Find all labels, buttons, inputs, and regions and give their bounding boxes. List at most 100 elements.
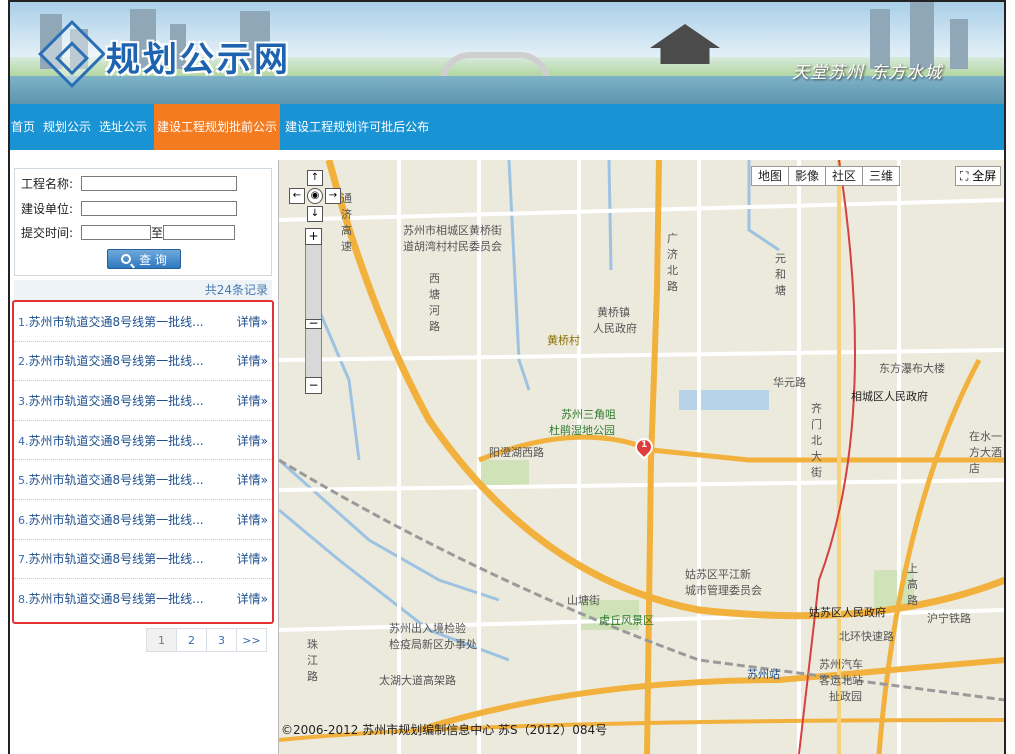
list-item[interactable]: 1.苏州市轨道交通8号线第一批线... 详情» <box>14 302 272 342</box>
record-count: 共24条记录 <box>14 280 272 300</box>
form-row: 提交时间: 至 <box>21 224 236 241</box>
pan-down-icon[interactable]: ↓ <box>307 206 323 222</box>
list-item-title[interactable]: 5.苏州市轨道交通8号线第一批线... <box>18 471 204 488</box>
map-type-map[interactable]: 地图 <box>751 166 790 186</box>
page-frame: 规划公示网 天堂苏州 东方水城 首页 规划公示 选址公示 建设工程规划批前公示 … <box>8 0 1006 754</box>
list-item-title[interactable]: 6.苏州市轨道交通8号线第一批线... <box>18 511 204 528</box>
search-icon <box>121 254 132 264</box>
detail-link[interactable]: 详情» <box>237 352 268 369</box>
list-item[interactable]: 2.苏州市轨道交通8号线第一批线... 详情» <box>14 342 272 382</box>
list-item-title[interactable]: 1.苏州市轨道交通8号线第一批线... <box>18 313 204 330</box>
map-label: 虎丘风景区 <box>599 614 654 627</box>
list-item[interactable]: 3.苏州市轨道交通8号线第一批线... 详情» <box>14 381 272 421</box>
pan-control: ↑ ← ◉ → ↓ <box>289 170 341 222</box>
detail-link[interactable]: 详情» <box>237 432 268 449</box>
detail-link[interactable]: 详情» <box>237 590 268 607</box>
pan-left-icon[interactable]: ← <box>289 188 305 204</box>
map-type-imagery[interactable]: 影像 <box>788 166 827 186</box>
page-button-current[interactable]: 1 <box>146 628 177 652</box>
list-item[interactable]: 5.苏州市轨道交通8号线第一批线... 详情» <box>14 460 272 500</box>
detail-link[interactable]: 详情» <box>237 511 268 528</box>
map-copyright: ©2006-2012 苏州市规划编制信息中心 苏S（2012）084号 <box>281 723 608 737</box>
map-label: 扯政园 <box>829 690 862 703</box>
map-label: 姑苏区平江新 <box>685 568 751 581</box>
results-list: 1.苏州市轨道交通8号线第一批线... 详情» 2.苏州市轨道交通8号线第一批线… <box>12 300 274 624</box>
nav-item-post-approval[interactable]: 建设工程规划许可批后公布 <box>284 104 430 150</box>
map-label: 黄桥镇 <box>597 306 630 319</box>
zoom-out-button[interactable]: − <box>305 377 322 394</box>
detail-link[interactable]: 详情» <box>237 471 268 488</box>
page-button[interactable]: 2 <box>176 628 207 652</box>
map-label: 苏州站 <box>747 668 780 681</box>
builder-label: 建设单位: <box>21 202 74 216</box>
map-label: 齐门北大街 <box>811 402 822 479</box>
map-view[interactable]: 苏州市相城区黄桥街 道胡湾村村民委员会 黄桥镇 人民政府 黄桥村 苏州三角咀 杜… <box>278 160 1004 754</box>
zoom-slider[interactable] <box>305 228 322 394</box>
map-label: 沪宁铁路 <box>927 612 971 625</box>
nav-item-site-selection[interactable]: 选址公示 <box>98 104 148 150</box>
date-from-input[interactable] <box>81 225 151 240</box>
marker-number: 1 <box>641 440 648 450</box>
map-label: 太湖大道高架路 <box>379 674 456 687</box>
search-form: 工程名称: 建设单位: 提交时间: 至 查 询 <box>14 168 272 276</box>
detail-link[interactable]: 详情» <box>237 392 268 409</box>
project-name-label: 工程名称: <box>21 177 74 191</box>
pan-right-icon[interactable]: → <box>325 188 341 204</box>
nav-item-home[interactable]: 首页 <box>10 104 36 150</box>
list-item-title[interactable]: 8.苏州市轨道交通8号线第一批线... <box>18 590 204 607</box>
query-button[interactable]: 查 询 <box>107 249 181 269</box>
form-row: 工程名称: <box>21 175 237 192</box>
list-item-title[interactable]: 3.苏州市轨道交通8号线第一批线... <box>18 392 204 409</box>
list-item[interactable]: 8.苏州市轨道交通8号线第一批线... 详情» <box>14 579 272 619</box>
map-label: 黄桥村 <box>547 334 580 347</box>
date-to-input[interactable] <box>163 225 236 240</box>
header-banner: 规划公示网 天堂苏州 东方水城 <box>10 0 1004 104</box>
map-label: 人民政府 <box>593 322 637 335</box>
map-label: 东方瀑布大楼 <box>879 362 945 375</box>
zoom-handle[interactable]: − <box>305 317 322 329</box>
pagination: 1 2 3 >> <box>146 628 267 652</box>
map-type-switcher: 地图 影像 社区 三维 <box>751 166 901 186</box>
next-page-button[interactable]: >> <box>236 628 267 652</box>
globe-icon[interactable]: ◉ <box>307 188 323 204</box>
map-label: 广济北路 <box>667 232 678 293</box>
map-label: 北环快速路 <box>839 630 894 643</box>
submit-time-label: 提交时间: <box>21 226 74 240</box>
fullscreen-label: 全屏 <box>972 169 997 183</box>
page-button[interactable]: 3 <box>206 628 237 652</box>
list-item-title[interactable]: 2.苏州市轨道交通8号线第一批线... <box>18 352 204 369</box>
map-label: 西塘河路 <box>429 272 440 333</box>
list-item-title[interactable]: 4.苏州市轨道交通8号线第一批线... <box>18 432 204 449</box>
list-item[interactable]: 6.苏州市轨道交通8号线第一批线... 详情» <box>14 500 272 540</box>
form-row: 建设单位: <box>21 200 237 217</box>
map-label: 姑苏区人民政府 <box>809 606 886 619</box>
list-item-title[interactable]: 7.苏州市轨道交通8号线第一批线... <box>18 550 204 567</box>
map-label: 华元路 <box>773 376 806 389</box>
pan-up-icon[interactable]: ↑ <box>307 170 323 186</box>
detail-link[interactable]: 详情» <box>237 313 268 330</box>
map-type-3d[interactable]: 三维 <box>862 166 901 186</box>
site-logo[interactable]: 规划公示网 <box>106 32 291 81</box>
map-label: 通济高速 <box>341 192 352 253</box>
main-nav: 首页 规划公示 选址公示 建设工程规划批前公示 建设工程规划许可批后公布 <box>10 104 1004 150</box>
left-panel: 工程名称: 建设单位: 提交时间: 至 查 询 共24条记录 1.苏州市轨道交通… <box>10 160 276 754</box>
map-label: 相城区人民政府 <box>851 390 928 403</box>
list-item[interactable]: 7.苏州市轨道交通8号线第一批线... 详情» <box>14 540 272 580</box>
nav-item-planning[interactable]: 规划公示 <box>42 104 92 150</box>
map-label: 苏州出入境检验 <box>389 622 466 635</box>
project-name-input[interactable] <box>81 176 237 191</box>
date-to-label: 至 <box>151 226 164 240</box>
list-item[interactable]: 4.苏州市轨道交通8号线第一批线... 详情» <box>14 421 272 461</box>
banner-building <box>950 19 968 69</box>
zoom-in-button[interactable]: + <box>305 228 322 245</box>
map-label: 苏州市相城区黄桥街 <box>403 224 502 237</box>
map-label: 在水一方大酒店 <box>969 430 1002 475</box>
detail-link[interactable]: 详情» <box>237 550 268 567</box>
fullscreen-button[interactable]: ⛶ 全屏 <box>955 166 1002 186</box>
map-label: 珠江路 <box>307 638 318 683</box>
builder-input[interactable] <box>81 201 237 216</box>
map-type-community[interactable]: 社区 <box>825 166 864 186</box>
map-label: 苏州汽车 <box>819 658 863 671</box>
query-button-label: 查 询 <box>139 252 167 267</box>
nav-item-pre-approval[interactable]: 建设工程规划批前公示 <box>154 104 281 150</box>
